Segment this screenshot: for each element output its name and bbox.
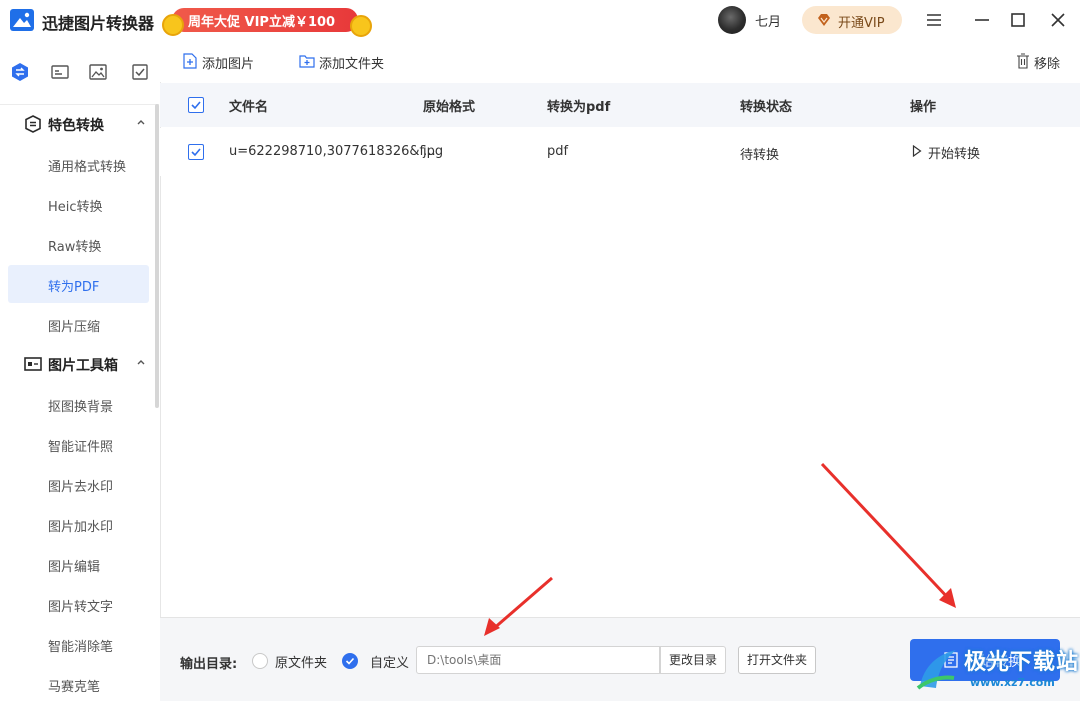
add-image-label: 添加图片 [202, 57, 255, 72]
add-folder-button[interactable]: 添加文件夹 [299, 52, 395, 72]
nav-group-special-convert[interactable]: 特色转换 [0, 104, 150, 144]
output-bar: 输出目录: 原文件夹 自定义 更改目录 打开文件夹 开始转换 [160, 617, 1080, 701]
vip-label: 开通VIP [838, 16, 885, 31]
convert-mode-icon[interactable] [10, 62, 30, 82]
toolbox-icon [24, 357, 42, 371]
sidebar-item-id-photo[interactable]: 智能证件照 [8, 425, 149, 463]
add-folder-icon [299, 55, 315, 68]
open-vip-button[interactable]: 开通VIP [802, 6, 902, 34]
col-header-filename: 文件名 [229, 100, 269, 115]
sidebar-item-label: Heic转换 [48, 200, 103, 215]
col-header-action: 操作 [910, 100, 937, 115]
radio-check-icon [345, 657, 355, 665]
checkmark-icon [191, 148, 201, 157]
nav-group-label: 图片工具箱 [48, 358, 118, 374]
user-name[interactable]: 七月 [755, 11, 781, 30]
file-toolbar: 添加图片 添加文件夹 移除 [160, 40, 1080, 82]
app-logo-icon [10, 9, 34, 31]
row-checkbox[interactable] [188, 144, 204, 160]
sidebar-item-add-watermark[interactable]: 图片加水印 [8, 505, 149, 543]
sidebar-item-label: 图片去水印 [48, 480, 114, 495]
sidebar-item-compress[interactable]: 图片压缩 [8, 305, 149, 343]
close-icon[interactable] [1046, 8, 1070, 32]
minimize-icon[interactable] [970, 8, 994, 32]
start-convert-all-button[interactable]: 开始转换 [910, 639, 1060, 681]
col-header-orig-format: 原始格式 [423, 100, 476, 115]
coin-icon [162, 14, 184, 36]
sidebar-item-label: 智能证件照 [48, 440, 114, 455]
image-mode-icon[interactable] [88, 62, 108, 82]
sidebar-item-remove-watermark[interactable]: 图片去水印 [8, 465, 149, 503]
sidebar-item-label: Raw转换 [48, 240, 102, 255]
sidebar: 特色转换 通用格式转换 Heic转换 Raw转换 转为PDF 图片压缩 图片工具… [0, 40, 161, 700]
maximize-icon[interactable] [1006, 8, 1030, 32]
add-image-button[interactable]: 添加图片 [182, 52, 262, 72]
sidebar-item-to-pdf[interactable]: 转为PDF [8, 265, 149, 303]
sidebar-item-raw[interactable]: Raw转换 [8, 225, 149, 263]
sidebar-top-tabs [0, 40, 159, 105]
sidebar-item-label: 图片编辑 [48, 560, 101, 575]
radio-custom-label[interactable]: 自定义 [370, 652, 409, 671]
avatar[interactable] [718, 6, 746, 34]
chevron-up-icon [137, 120, 145, 125]
table-header: 文件名 原始格式 转换为pdf 转换状态 操作 [160, 83, 1080, 127]
coin-icon [350, 15, 372, 37]
sidebar-item-label: 转为PDF [48, 280, 100, 295]
cell-status: 待转换 [740, 148, 780, 163]
convert-doc-icon [944, 652, 958, 668]
remove-button[interactable]: 移除 [1016, 52, 1066, 72]
promo-banner[interactable]: 周年大促 VIP立减￥100 [162, 7, 372, 37]
arrow-to-convert-button [820, 462, 956, 608]
add-folder-label: 添加文件夹 [319, 57, 385, 72]
table-row[interactable]: u=622298710,3077618326&f... jpg pdf 待转换 … [160, 128, 1080, 176]
menu-icon[interactable] [922, 8, 946, 32]
sidebar-item-mosaic[interactable]: 马赛克笔 [8, 665, 149, 703]
sidebar-item-eraser[interactable]: 智能消除笔 [8, 625, 149, 663]
sidebar-item-general-format[interactable]: 通用格式转换 [8, 145, 149, 183]
sidebar-item-label: 抠图换背景 [48, 400, 114, 415]
add-file-icon [183, 53, 197, 69]
check-mode-icon[interactable] [130, 62, 150, 82]
nav-group-toolbox[interactable]: 图片工具箱 [0, 344, 150, 384]
sidebar-item-label: 通用格式转换 [48, 160, 127, 175]
sidebar-item-label: 图片加水印 [48, 520, 114, 535]
radio-original-folder[interactable] [252, 653, 268, 669]
nav-group-label: 特色转换 [48, 118, 104, 134]
sidebar-item-label: 图片转文字 [48, 600, 114, 615]
play-icon [912, 145, 922, 157]
sidebar-item-label: 智能消除笔 [48, 640, 114, 655]
chevron-up-icon [137, 360, 145, 365]
remove-label: 移除 [1034, 57, 1061, 72]
row-start-convert-label: 开始转换 [928, 147, 981, 162]
radio-original-label[interactable]: 原文件夹 [275, 652, 327, 671]
promo-text: 周年大促 VIP立减￥100 [188, 15, 336, 30]
radio-custom[interactable] [342, 653, 358, 669]
cell-orig-format: jpg [423, 144, 444, 159]
sidebar-item-label: 马赛克笔 [48, 680, 101, 695]
promo-pill[interactable]: 周年大促 VIP立减￥100 [172, 8, 358, 32]
start-convert-all-label: 开始转换 [966, 654, 1022, 670]
toolbox-mode-icon[interactable] [50, 62, 70, 82]
sidebar-item-heic[interactable]: Heic转换 [8, 185, 149, 223]
cell-target-format: pdf [547, 144, 569, 159]
output-path-input[interactable] [416, 646, 660, 674]
col-header-status: 转换状态 [740, 100, 793, 115]
sidebar-item-ocr[interactable]: 图片转文字 [8, 585, 149, 623]
title-bar: 迅捷图片转换器 周年大促 VIP立减￥100 七月 开通VIP [0, 0, 1080, 41]
output-dir-label: 输出目录: [180, 657, 238, 672]
trash-icon [1017, 53, 1029, 69]
sidebar-item-label: 图片压缩 [48, 320, 101, 335]
checkmark-icon [191, 101, 201, 110]
app-title: 迅捷图片转换器 [42, 14, 155, 33]
diamond-icon [818, 14, 830, 26]
sidebar-scrollbar[interactable] [155, 104, 159, 408]
select-all-checkbox[interactable] [188, 97, 204, 113]
cell-filename: u=622298710,3077618326&f... [229, 144, 436, 159]
sidebar-item-edit[interactable]: 图片编辑 [8, 545, 149, 583]
shield-convert-icon [25, 115, 41, 133]
open-folder-button[interactable]: 打开文件夹 [738, 646, 816, 674]
change-dir-button[interactable]: 更改目录 [660, 646, 726, 674]
col-header-target-format: 转换为pdf [547, 100, 611, 115]
sidebar-item-cutout[interactable]: 抠图换背景 [8, 385, 149, 423]
